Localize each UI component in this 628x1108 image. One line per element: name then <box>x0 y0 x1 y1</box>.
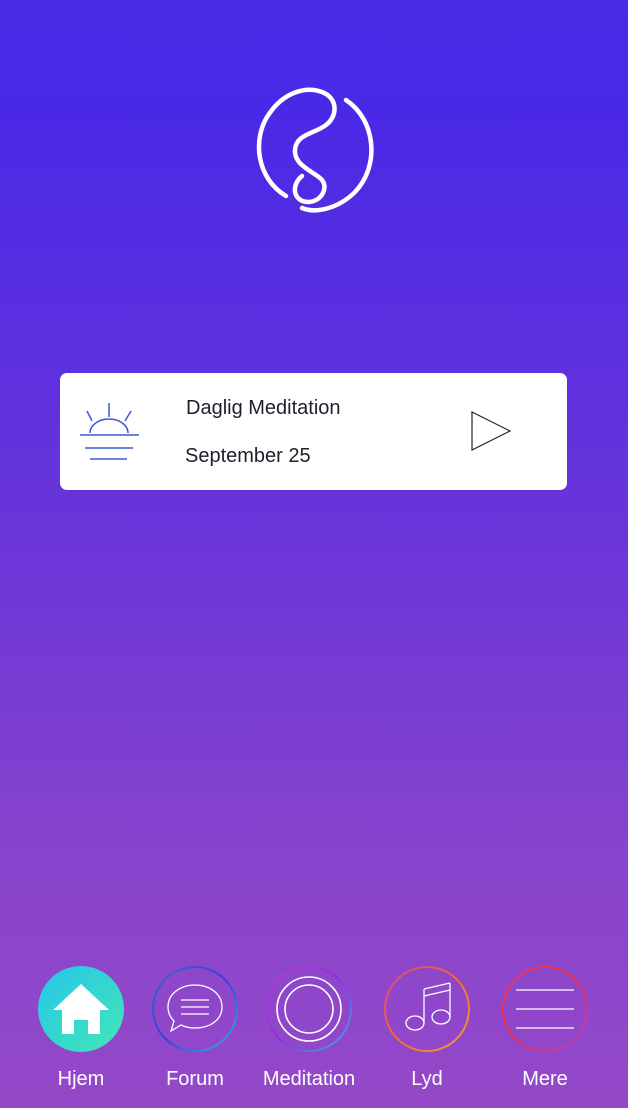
tab-lyd[interactable]: Lyd <box>370 960 484 1100</box>
tab-mere[interactable]: Mere <box>488 960 602 1100</box>
bottom-tab-bar: Hjem Forum Meditation Lyd Mere <box>0 960 628 1108</box>
ring-icon <box>264 964 354 1054</box>
sunrise-icon <box>78 401 142 465</box>
card-date: September 25 <box>185 445 311 467</box>
music-note-icon <box>382 964 472 1054</box>
play-button[interactable] <box>468 408 516 456</box>
chat-bubble-icon <box>150 964 240 1054</box>
tab-label-mere: Mere <box>522 1068 568 1090</box>
card-title: Daglig Meditation <box>186 397 341 419</box>
home-icon <box>36 964 126 1054</box>
menu-icon <box>500 964 590 1054</box>
play-icon <box>471 411 512 451</box>
tab-hjem[interactable]: Hjem <box>24 960 138 1100</box>
s-logo-icon <box>250 80 382 216</box>
tab-meditation[interactable]: Meditation <box>252 960 366 1100</box>
home-screen: Daglig Meditation September 25 Hjem Foru… <box>0 0 628 1108</box>
tab-forum[interactable]: Forum <box>138 960 252 1100</box>
daily-meditation-card[interactable]: Daglig Meditation September 25 <box>60 373 567 490</box>
tab-label-lyd: Lyd <box>411 1068 443 1090</box>
tab-label-forum: Forum <box>166 1068 224 1090</box>
tab-label-hjem: Hjem <box>57 1068 105 1090</box>
tab-label-meditation: Meditation <box>262 1068 356 1090</box>
